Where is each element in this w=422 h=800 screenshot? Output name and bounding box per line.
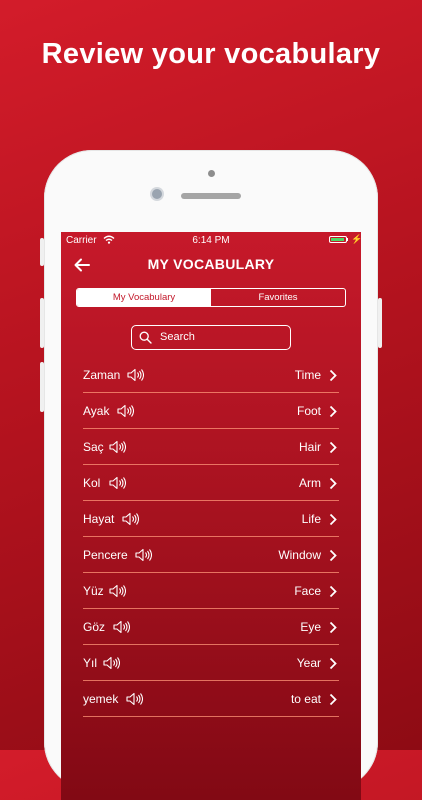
chevron-right-icon [329, 369, 337, 382]
translation-label: Life [301, 512, 321, 526]
promo-title: Review your vocabulary [41, 38, 381, 70]
word-label: Zaman [83, 368, 121, 382]
word-label: Kol [83, 476, 101, 490]
word-label: Yıl [83, 656, 98, 670]
list-item[interactable]: Zaman Time [83, 358, 339, 393]
chevron-right-icon [329, 549, 337, 562]
battery-icon [329, 236, 347, 243]
word-label: yemek [83, 692, 119, 706]
power-button [378, 298, 382, 348]
list-item[interactable]: Göz Eye [83, 610, 339, 645]
vocabulary-list: Zaman Time Ayak Foot Saç Hair Kol Arm Ha… [83, 358, 339, 718]
translation-label: Arm [299, 476, 321, 490]
chevron-right-icon [329, 513, 337, 526]
translation-label: Eye [300, 620, 321, 634]
list-item[interactable]: Saç Hair [83, 430, 339, 465]
chevron-right-icon [329, 621, 337, 634]
word-label: Saç [83, 440, 104, 454]
chevron-right-icon [329, 477, 337, 490]
chevron-right-icon [329, 585, 337, 598]
segmented-control: My Vocabulary Favorites [76, 288, 346, 307]
chevron-right-icon [329, 693, 337, 706]
status-bar: Carrier 6:14 PM ⚡ [61, 232, 361, 248]
earpiece-speaker [181, 193, 241, 199]
translation-label: to eat [290, 692, 321, 706]
search-placeholder: Search [160, 331, 195, 343]
speaker-icon[interactable] [113, 620, 130, 634]
list-item[interactable]: Ayak Foot [83, 394, 339, 429]
chevron-right-icon [329, 657, 337, 670]
word-label: Yüz [83, 584, 104, 598]
speaker-icon[interactable] [103, 656, 120, 670]
translation-label: Time [294, 368, 321, 382]
speaker-icon[interactable] [135, 548, 152, 562]
speaker-icon[interactable] [122, 512, 139, 526]
list-item[interactable]: Yıl Year [83, 646, 339, 681]
translation-label: Face [294, 584, 321, 598]
word-label: Ayak [83, 404, 110, 418]
phone-frame: Carrier 6:14 PM ⚡ MY VOCABULARY My Vocab… [40, 150, 382, 800]
list-item[interactable]: Hayat Life [83, 502, 339, 537]
chevron-right-icon [329, 441, 337, 454]
word-label: Göz [83, 620, 106, 634]
status-time: 6:14 PM [192, 235, 230, 246]
speaker-icon[interactable] [126, 692, 143, 706]
proximity-sensor [208, 170, 215, 177]
search-icon [139, 331, 152, 344]
speaker-icon[interactable] [117, 404, 134, 418]
speaker-icon[interactable] [109, 476, 126, 490]
speaker-icon[interactable] [109, 584, 126, 598]
list-item[interactable]: Pencere Window [83, 538, 339, 573]
translation-label: Hair [298, 440, 321, 454]
list-item[interactable]: Kol Arm [83, 466, 339, 501]
chevron-right-icon [329, 405, 337, 418]
translation-label: Year [296, 656, 321, 670]
translation-label: Foot [296, 404, 321, 418]
translation-label: Window [278, 548, 321, 562]
speaker-icon[interactable] [109, 440, 126, 454]
tab-favorites[interactable]: Favorites [211, 289, 345, 306]
tab-my-vocabulary[interactable]: My Vocabulary [77, 289, 211, 306]
word-label: Pencere [83, 548, 128, 562]
word-label: Hayat [83, 512, 115, 526]
list-item[interactable]: Yüz Face [83, 574, 339, 609]
mute-switch [40, 238, 44, 266]
volume-up-button [40, 298, 44, 348]
volume-down-button [40, 362, 44, 412]
bolt-icon: ⚡ [351, 234, 361, 244]
search-input[interactable]: Search [131, 325, 291, 350]
page-title: MY VOCABULARY [147, 256, 275, 272]
front-camera [152, 189, 162, 199]
battery-tip [347, 238, 348, 241]
speaker-icon[interactable] [127, 368, 144, 382]
app-screen: Carrier 6:14 PM ⚡ MY VOCABULARY My Vocab… [61, 232, 361, 800]
list-item[interactable]: yemek to eat [83, 682, 339, 717]
